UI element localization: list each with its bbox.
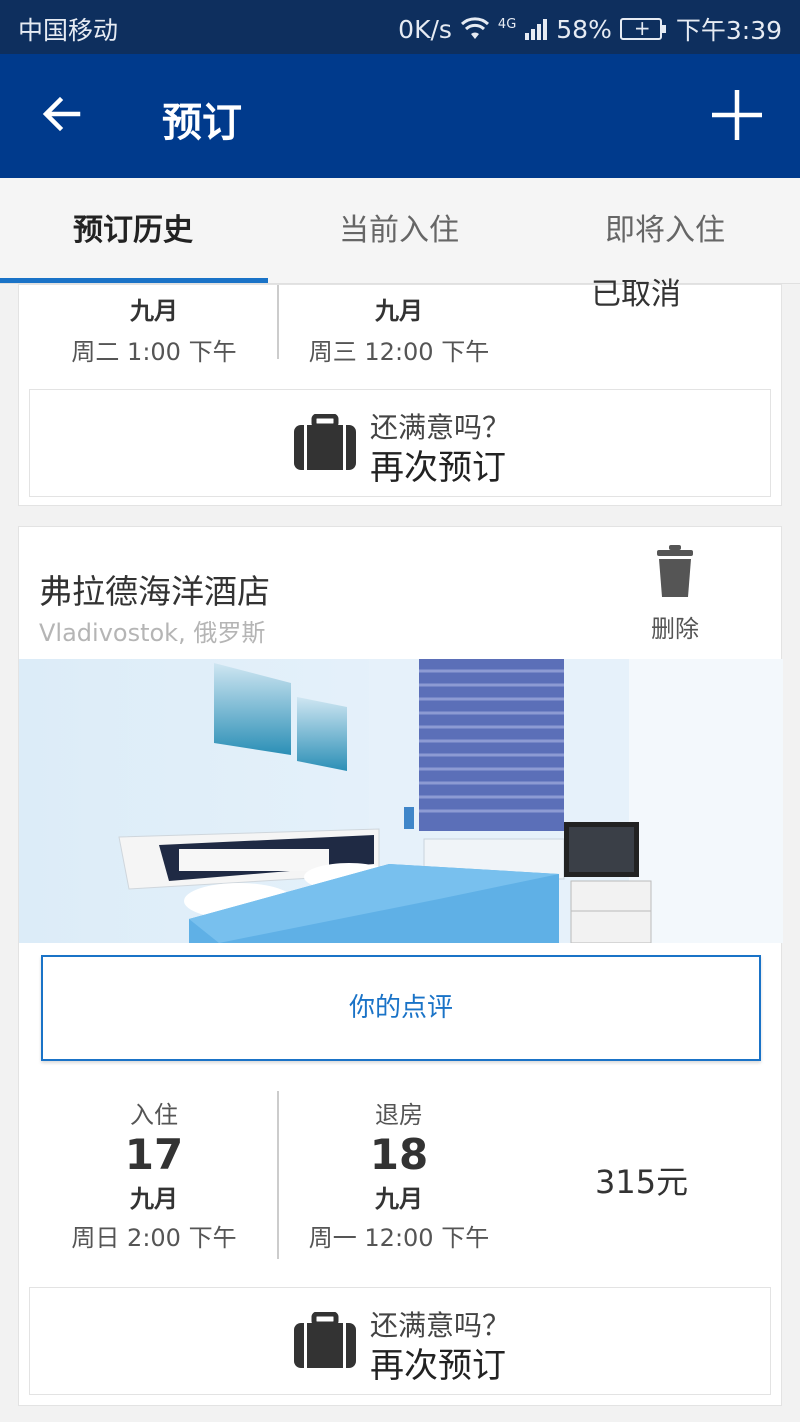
- booking-card: 弗拉德海洋酒店 Vladivostok, 俄罗斯 删除 你的点评 入住 17 九…: [18, 526, 783, 1406]
- wifi-icon: [460, 17, 489, 39]
- checkin-time: 周日 2:00 下午: [71, 1224, 237, 1252]
- checkout-month: 九月: [375, 1185, 423, 1213]
- hotel-location: Vladivostok, 俄罗斯: [39, 619, 266, 647]
- arrow-back-icon[interactable]: [38, 90, 86, 138]
- tab-indicator: [0, 278, 268, 283]
- checkout-column: 退房 18 九月 周一 12:00 下午: [299, 1095, 499, 1253]
- checkin-time: 周二 1:00 下午: [71, 338, 237, 366]
- checkout-column: 九月 周三 12:00 下午: [299, 291, 499, 367]
- page-title: 预订: [162, 100, 242, 146]
- delete-label[interactable]: 删除: [651, 609, 699, 644]
- review-button[interactable]: 你的点评: [41, 955, 761, 1061]
- clock: 下午3:39: [675, 16, 782, 45]
- checkout-time: 周一 12:00 下午: [308, 1224, 490, 1252]
- battery-percent: 58%: [556, 14, 612, 44]
- date-divider: [277, 1091, 279, 1259]
- status-bar: 中国移动 0K/s 4G 58% + 下午3:39: [0, 0, 800, 54]
- rebook-button[interactable]: 还满意吗？ 再次预订: [29, 1287, 771, 1395]
- rebook-label: 再次预订: [370, 1346, 506, 1386]
- status-right: 0K/s 4G 58% + 下午3:39: [398, 11, 782, 47]
- booking-status-partial: 已取消: [591, 277, 681, 312]
- plus-icon[interactable]: [710, 88, 764, 142]
- checkin-day: 17: [124, 1130, 184, 1179]
- carrier-label: 中国移动: [18, 16, 119, 45]
- network-type: 4G: [497, 16, 517, 32]
- tab-booking-history[interactable]: 预订历史: [0, 178, 266, 284]
- suitcase-icon: [294, 414, 356, 470]
- hotel-name[interactable]: 弗拉德海洋酒店: [39, 565, 270, 613]
- rebook-label: 再次预订: [370, 448, 506, 488]
- suitcase-icon: [294, 1312, 356, 1368]
- checkin-month: 九月: [130, 297, 178, 325]
- checkout-day: 18: [369, 1130, 429, 1179]
- booking-card-previous: 已取消 九月 周二 1:00 下午 九月 周三 12:00 下午 还满意吗？ 再…: [18, 277, 782, 506]
- trash-icon[interactable]: [655, 545, 695, 599]
- network-speed: 0K/s: [398, 14, 452, 44]
- hotel-room-photo: [19, 659, 783, 943]
- checkin-label: 入住: [130, 1101, 178, 1129]
- checkout-time: 周三 12:00 下午: [308, 338, 490, 366]
- app-bar: 预订: [0, 54, 800, 178]
- checkout-label: 退房: [375, 1101, 423, 1129]
- signal-icon: [525, 19, 548, 40]
- tab-current-stay[interactable]: 当前入住: [266, 178, 532, 284]
- date-divider: [277, 285, 279, 359]
- checkin-month: 九月: [130, 1185, 178, 1213]
- booking-price: 315元: [595, 1163, 689, 1201]
- checkin-column: 入住 17 九月 周日 2:00 下午: [59, 1095, 249, 1253]
- battery-icon: +: [619, 16, 666, 40]
- checkout-month: 九月: [375, 297, 423, 325]
- rebook-button[interactable]: 还满意吗？ 再次预订: [29, 389, 771, 497]
- checkin-column: 九月 周二 1:00 下午: [59, 291, 249, 367]
